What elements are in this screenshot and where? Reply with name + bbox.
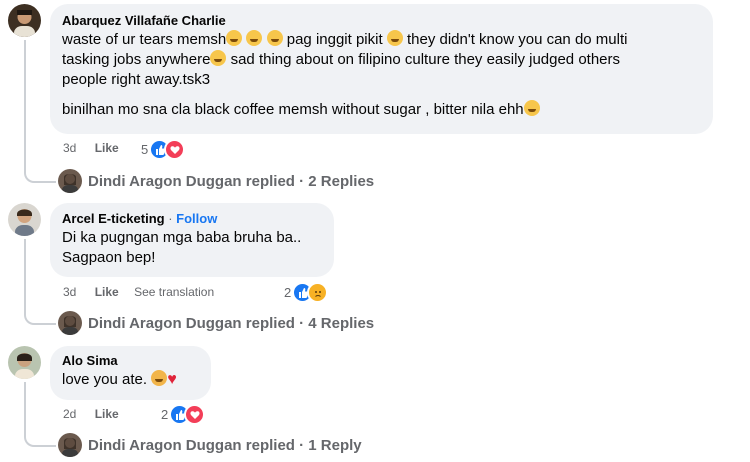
comment-bubble: Alo Sima love you ate. ♥: [50, 346, 211, 400]
thread-elbow: [24, 156, 56, 183]
red-heart-emoji-icon: ♥: [167, 371, 177, 388]
comment-text: love you ate. ♥: [62, 370, 199, 390]
replies-text: Dindi Aragon Duggan replied · 1 Reply: [88, 436, 362, 454]
grin-emoji-icon: [210, 50, 227, 66]
comment-text-part: binilhan mo sna cla black coffee memsh w…: [62, 101, 524, 118]
flexed-bicep-emoji-icon: [151, 370, 168, 386]
thread-line: [24, 40, 26, 158]
comment-text-part: love you ate.: [62, 371, 152, 388]
replies-text: Dindi Aragon Duggan replied · 2 Replies: [88, 172, 375, 190]
love-icon: [164, 139, 186, 160]
comment-text: waste of ur tears memsh pag inggit pikit…: [62, 30, 701, 120]
avatar-commenter[interactable]: [8, 346, 41, 379]
like-button[interactable]: Like: [95, 141, 119, 155]
comment-time[interactable]: 2d: [63, 407, 76, 421]
comment-text-part: sad thing about on filipino culture they…: [226, 51, 621, 68]
comment-bubble: Arcel E-ticketing · Follow Di ka pugngan…: [50, 203, 334, 277]
comment-meta: 3d Like See translation: [63, 285, 214, 299]
comment-time[interactable]: 3d: [63, 141, 76, 155]
view-replies-link[interactable]: Dindi Aragon Duggan replied · 2 Replies: [58, 169, 374, 193]
comment-text-part: Di ka pugngan mga baba bruha ba..: [62, 229, 302, 246]
grin-emoji-icon: [266, 30, 283, 46]
replies-text: Dindi Aragon Duggan replied · 4 Replies: [88, 314, 375, 332]
love-icon: [184, 404, 206, 425]
reply-author-avatar: [58, 311, 82, 335]
see-translation-link[interactable]: See translation: [134, 285, 214, 299]
reply-author-avatar: [58, 433, 82, 457]
reply-author-avatar: [58, 169, 82, 193]
follow-button[interactable]: Follow: [176, 211, 217, 226]
comment-author-line: Arcel E-ticketing · Follow: [62, 211, 218, 226]
comment-meta: 3d Like: [63, 141, 119, 155]
reaction-count: 5: [141, 142, 149, 157]
comment-text-part: they didn't know you can do multi: [402, 31, 628, 48]
comment-text-part: people right away.tsk3: [62, 71, 211, 88]
comment-meta: 2d Like: [63, 407, 119, 421]
comment-text-part: pag inggit pikit: [282, 31, 387, 48]
reaction-summary[interactable]: 2: [161, 404, 206, 425]
view-replies-link[interactable]: Dindi Aragon Duggan replied · 4 Replies: [58, 311, 374, 335]
view-replies-link[interactable]: Dindi Aragon Duggan replied · 1 Reply: [58, 433, 362, 457]
comment-text-part: Sagpaon bep!: [62, 249, 156, 266]
comment-time[interactable]: 3d: [63, 285, 76, 299]
grin-emoji-icon: [226, 30, 243, 46]
comment-text-part: waste of ur tears memsh: [62, 31, 227, 48]
sad-icon: [307, 282, 329, 303]
reaction-summary[interactable]: 5: [141, 139, 186, 160]
reaction-count: 2: [284, 285, 292, 300]
comment-author[interactable]: Abarquez Villafañe Charlie: [62, 13, 701, 28]
reaction-summary[interactable]: 2: [284, 282, 329, 303]
comment-author[interactable]: Alo Sima: [62, 353, 199, 368]
like-button[interactable]: Like: [95, 407, 119, 421]
reaction-count: 2: [161, 407, 169, 422]
thread-elbow: [24, 422, 56, 447]
thread-line: [24, 382, 26, 424]
avatar-commenter[interactable]: [8, 4, 41, 37]
like-button[interactable]: Like: [95, 285, 119, 299]
grin-emoji-icon: [246, 30, 263, 46]
thread-elbow: [24, 299, 56, 325]
avatar-commenter[interactable]: [8, 203, 41, 236]
grin-emoji-icon: [523, 100, 540, 116]
comment-bubble: Abarquez Villafañe Charlie waste of ur t…: [50, 4, 713, 134]
laughing-emoji-icon: [386, 30, 403, 46]
comment-text-part: tasking jobs anywhere: [62, 51, 211, 68]
comment-author[interactable]: Arcel E-ticketing: [62, 211, 165, 226]
comment-text: Di ka pugngan mga baba bruha ba.. Sagpao…: [62, 228, 322, 268]
thread-line: [24, 239, 26, 301]
